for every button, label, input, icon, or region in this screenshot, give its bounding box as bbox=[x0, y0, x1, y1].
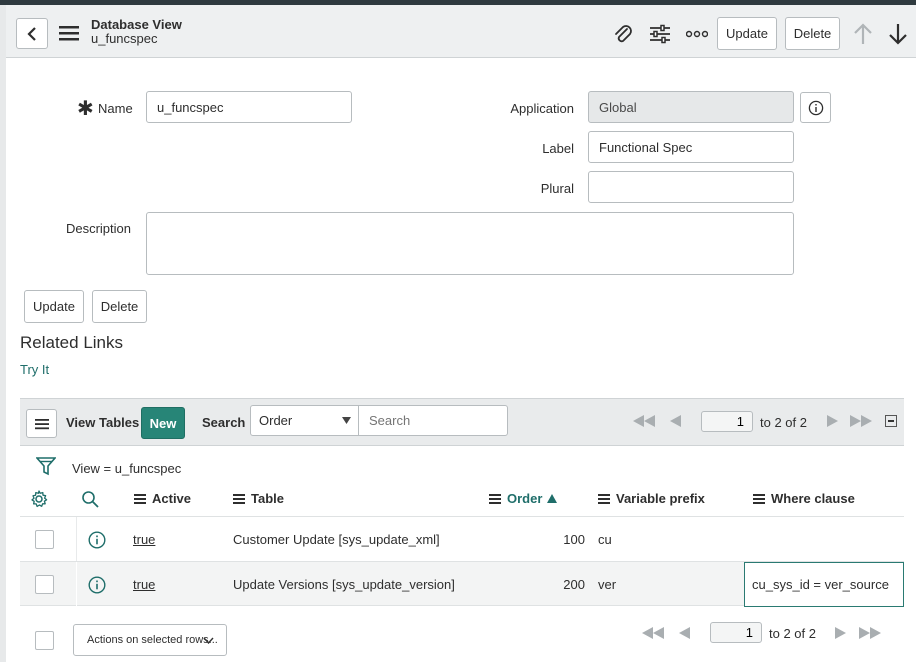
left-band bbox=[0, 5, 6, 662]
column-header-variable-prefix[interactable]: Variable prefix bbox=[598, 491, 705, 506]
list-toolbar: View Tables New Search Order to 2 of 2 bbox=[20, 398, 904, 446]
sort-ascending-icon bbox=[547, 494, 558, 503]
column-search-icon[interactable] bbox=[80, 489, 100, 509]
header-delete-button[interactable]: Delete bbox=[785, 17, 840, 50]
footer-next-page-icon[interactable] bbox=[833, 626, 847, 640]
column-header-active[interactable]: Active bbox=[134, 491, 191, 506]
list-settings-gear-icon[interactable] bbox=[29, 489, 49, 509]
new-button[interactable]: New bbox=[141, 407, 185, 439]
chevron-down-icon bbox=[203, 637, 214, 644]
description-label: Description bbox=[65, 221, 131, 236]
plural-input[interactable] bbox=[588, 171, 794, 203]
table-row[interactable]: true Customer Update [sys_update_xml] 10… bbox=[20, 516, 904, 562]
row-order: 200 bbox=[563, 577, 585, 592]
application-info-button[interactable] bbox=[800, 92, 831, 123]
page-subtitle: u_funcspec bbox=[91, 31, 158, 46]
search-label: Search bbox=[202, 415, 246, 430]
label-input[interactable] bbox=[588, 131, 794, 163]
name-input[interactable] bbox=[146, 91, 352, 123]
next-page-icon[interactable] bbox=[824, 413, 840, 429]
actions-label: Actions on selected rows... bbox=[87, 634, 218, 646]
row-active-link[interactable]: true bbox=[133, 532, 155, 547]
list-menu-button[interactable] bbox=[26, 409, 57, 438]
previous-record-arrow-icon[interactable] bbox=[850, 21, 876, 47]
footer-first-page-icon[interactable] bbox=[640, 626, 666, 640]
name-label: Name bbox=[98, 101, 133, 116]
row-active-link[interactable]: true bbox=[133, 577, 155, 592]
hamburger-menu-icon[interactable] bbox=[58, 23, 80, 43]
footer-page-range-text: to 2 of 2 bbox=[769, 626, 816, 641]
related-links-title: Related Links bbox=[20, 333, 124, 352]
page-range-text: to 2 of 2 bbox=[760, 415, 807, 430]
column-header-where-clause[interactable]: Where clause bbox=[753, 491, 855, 506]
form-delete-button[interactable]: Delete bbox=[92, 290, 147, 323]
plural-label: Plural bbox=[540, 181, 574, 196]
caret-down-icon bbox=[342, 417, 351, 424]
column-header-table[interactable]: Table bbox=[233, 491, 284, 506]
application-label: Application bbox=[510, 101, 574, 116]
table-row[interactable]: true Update Versions [sys_update_version… bbox=[20, 561, 904, 607]
column-header-order[interactable]: Order bbox=[489, 491, 558, 506]
page-title: Database View bbox=[91, 17, 182, 32]
first-page-icon[interactable] bbox=[631, 413, 657, 429]
filter-breadcrumb[interactable]: View = u_funcspec bbox=[72, 461, 181, 476]
mandatory-asterisk-icon: ✱ bbox=[77, 98, 94, 120]
chevron-left-icon bbox=[27, 26, 36, 41]
back-button[interactable] bbox=[16, 18, 48, 49]
row-variable-prefix: ver bbox=[598, 577, 617, 592]
actions-on-selected-select[interactable]: Actions on selected rows... bbox=[73, 624, 227, 656]
row-checkbox[interactable] bbox=[35, 575, 54, 594]
info-icon bbox=[808, 100, 823, 115]
row-checkbox[interactable] bbox=[35, 530, 54, 549]
try-it-link[interactable]: Try It bbox=[20, 362, 49, 377]
form-header: Database View u_funcspec Update Delete bbox=[6, 5, 916, 58]
description-textarea[interactable] bbox=[146, 212, 794, 275]
filter-funnel-icon[interactable] bbox=[35, 455, 57, 477]
row-order: 100 bbox=[563, 532, 585, 547]
row-info-icon[interactable] bbox=[87, 575, 107, 595]
paperclip-icon[interactable] bbox=[611, 22, 635, 46]
next-record-arrow-icon[interactable] bbox=[885, 21, 911, 47]
form-update-button[interactable]: Update bbox=[24, 290, 84, 323]
footer-page-number-input[interactable] bbox=[710, 622, 762, 643]
row-where-clause-editing[interactable]: cu_sys_id = ver_source bbox=[744, 562, 904, 607]
row-variable-prefix: cu bbox=[598, 532, 612, 547]
footer-previous-page-icon[interactable] bbox=[677, 626, 691, 640]
search-field-select[interactable]: Order bbox=[250, 405, 359, 436]
page-number-input[interactable] bbox=[701, 411, 753, 432]
row-info-icon[interactable] bbox=[87, 530, 107, 550]
header-update-button[interactable]: Update bbox=[717, 17, 777, 50]
row-table: Update Versions [sys_update_version] bbox=[233, 577, 455, 592]
footer-last-page-icon[interactable] bbox=[857, 626, 883, 640]
more-options-icon[interactable] bbox=[685, 22, 709, 46]
select-all-checkbox[interactable] bbox=[35, 631, 54, 650]
previous-page-icon[interactable] bbox=[667, 413, 683, 429]
search-field-selected: Order bbox=[259, 413, 293, 428]
row-table: Customer Update [sys_update_xml] bbox=[233, 532, 440, 547]
hamburger-menu-icon bbox=[34, 418, 49, 429]
last-page-icon[interactable] bbox=[848, 413, 874, 429]
application-input[interactable] bbox=[588, 91, 794, 123]
list-title: View Tables bbox=[66, 415, 140, 430]
settings-sliders-icon[interactable] bbox=[648, 22, 672, 46]
label-field-label: Label bbox=[542, 141, 574, 156]
collapse-list-icon[interactable] bbox=[885, 415, 897, 427]
search-input[interactable] bbox=[358, 405, 508, 436]
